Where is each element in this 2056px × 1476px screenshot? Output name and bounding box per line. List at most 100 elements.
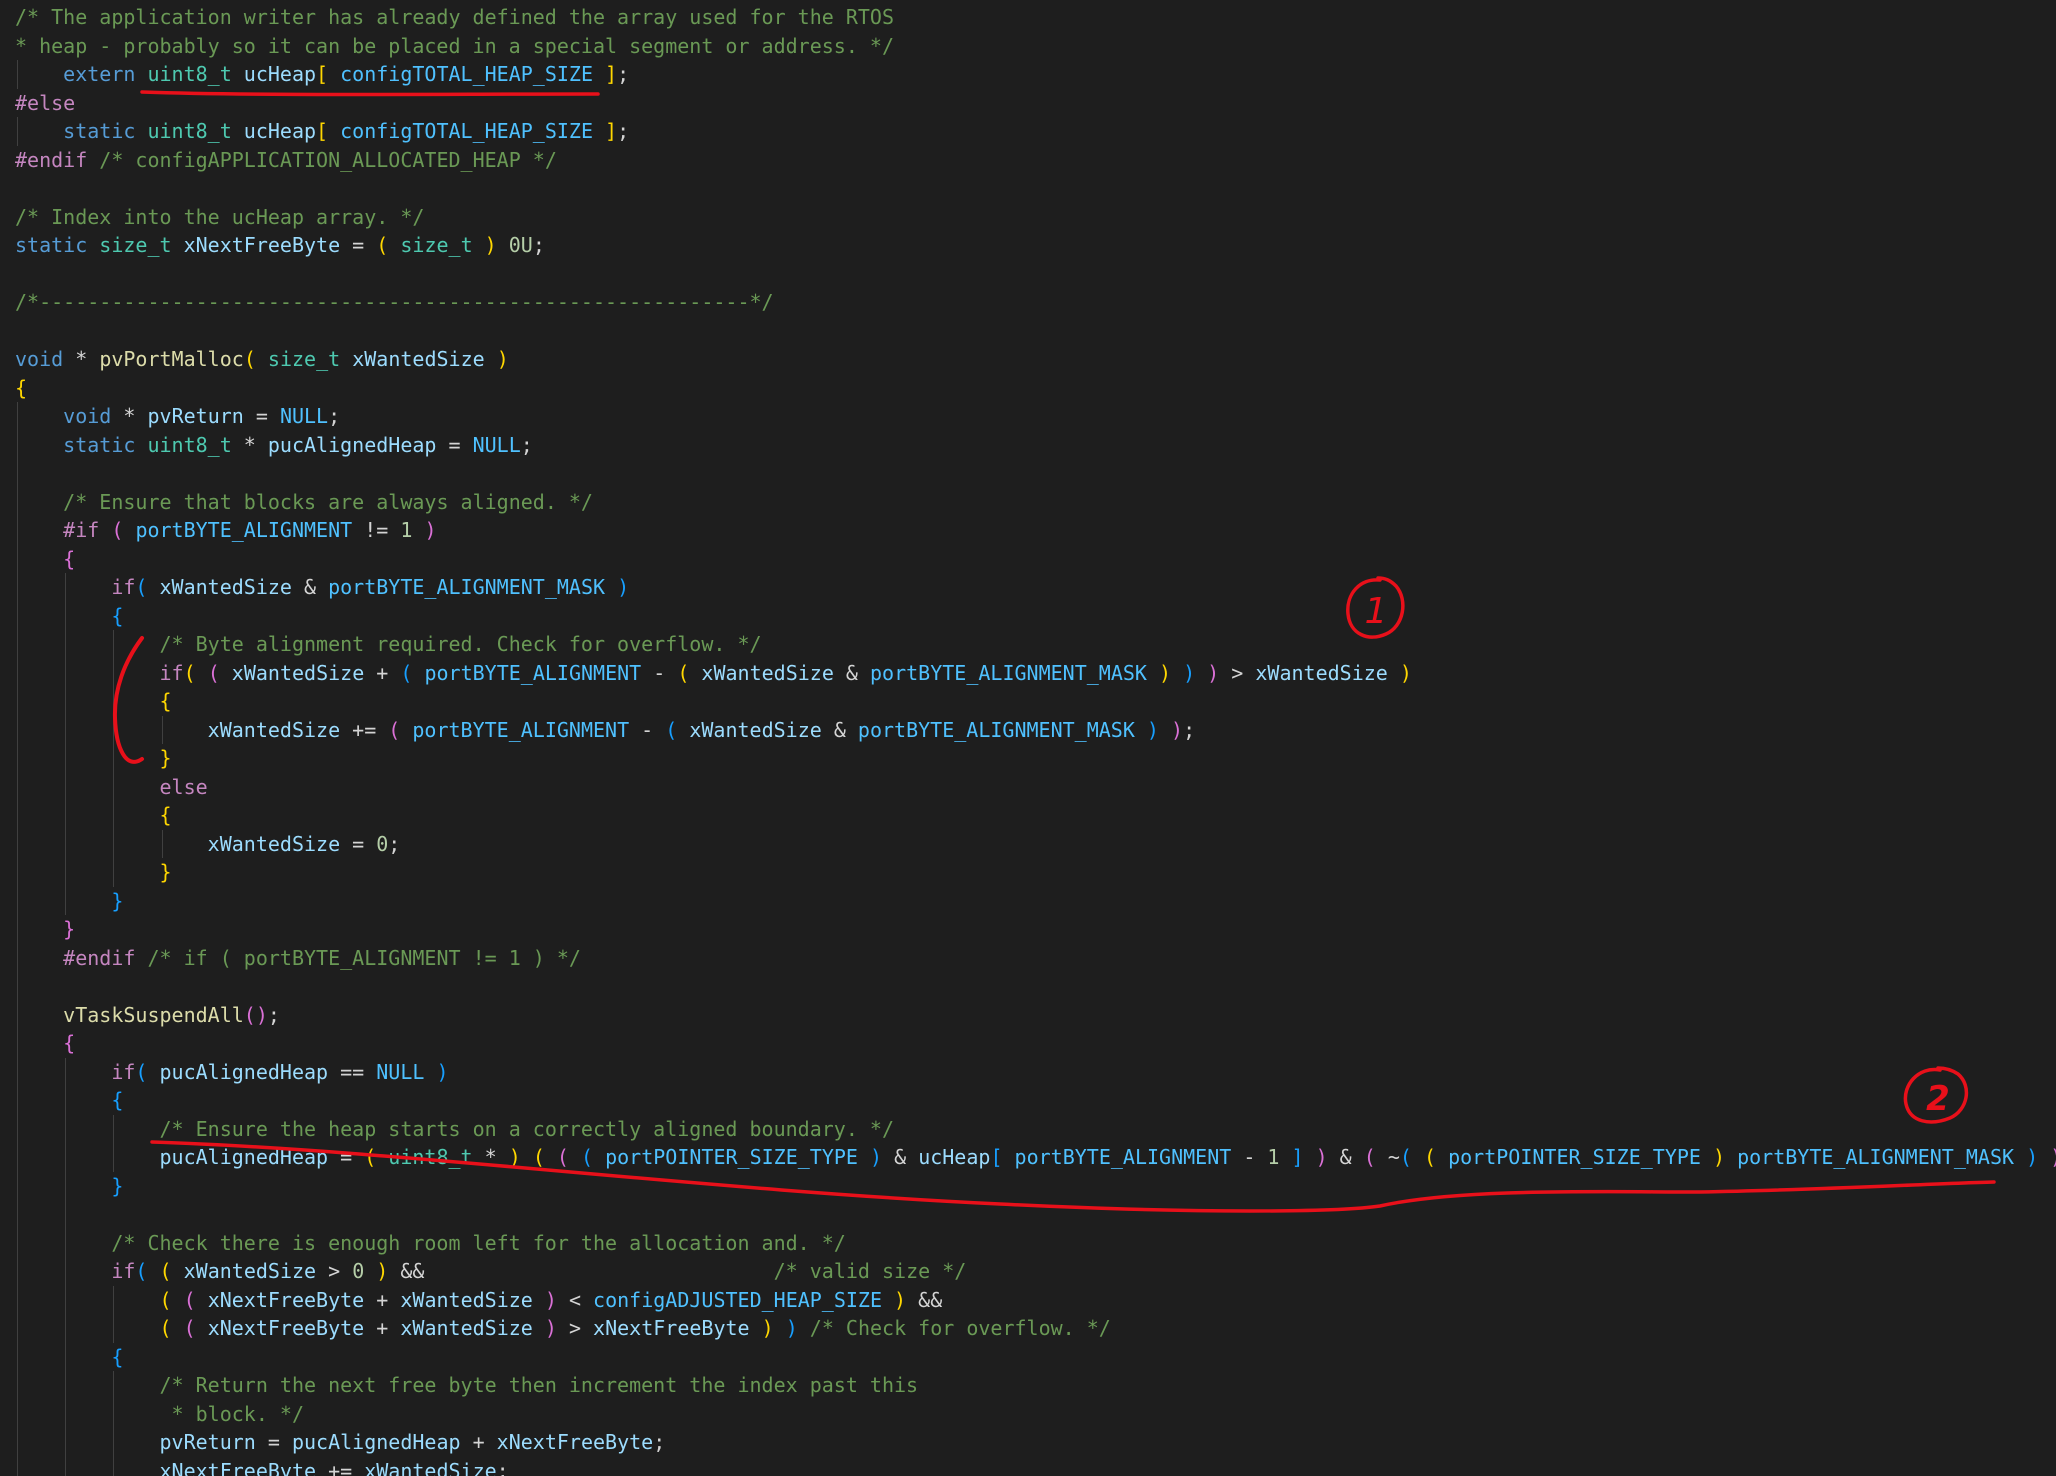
code-token: ) — [412, 518, 437, 542]
code-line[interactable]: } — [15, 887, 123, 915]
code-token: + — [364, 1287, 401, 1312]
code-line[interactable]: { — [15, 1086, 123, 1114]
code-line[interactable]: if( ( xWantedSize + ( portBYTE_ALIGNMENT… — [15, 659, 1412, 687]
code-token: = — [255, 1430, 292, 1454]
code-line[interactable]: } — [15, 915, 75, 943]
code-token: ) — [424, 1059, 449, 1084]
code-line[interactable]: #else — [15, 89, 75, 117]
code-line[interactable]: else — [15, 773, 208, 801]
code-token: xNextFreeByte — [183, 233, 341, 257]
code-line[interactable]: xNextFreeByte += xWantedSize; — [15, 1457, 509, 1476]
code-line[interactable]: pucAlignedHeap = ( uint8_t * ) ( ( ( por… — [15, 1143, 2056, 1171]
code-token: /* Return the next free byte then increm… — [159, 1373, 919, 1397]
code-line[interactable]: xWantedSize = 0; — [15, 830, 401, 858]
code-token: ; — [520, 432, 533, 457]
code-line[interactable]: ( ( xNextFreeByte + xWantedSize ) < conf… — [15, 1286, 943, 1314]
code-line[interactable]: /* Return the next free byte then increm… — [15, 1371, 919, 1399]
code-token: xNextFreeByte — [593, 1316, 750, 1340]
code-line[interactable]: pvReturn = pucAlignedHeap + xNextFreeByt… — [15, 1428, 666, 1456]
code-line[interactable]: } — [15, 1172, 123, 1200]
code-token: void — [15, 347, 76, 371]
code-token: portPOINTER_SIZE_TYPE — [605, 1145, 858, 1169]
code-editor[interactable]: /* The application writer has already de… — [0, 0, 2056, 1476]
code-line[interactable]: /* Ensure the heap starts on a correctly… — [15, 1115, 895, 1143]
code-line[interactable]: #if ( portBYTE_ALIGNMENT != 1 ) — [15, 516, 437, 544]
code-token: ) — [532, 1287, 557, 1312]
code-token: size_t — [99, 233, 184, 257]
code-line[interactable]: * block. */ — [15, 1400, 304, 1428]
code-token: /* Ensure the heap starts on a correctly… — [159, 1116, 895, 1141]
code-line[interactable]: vTaskSuspendAll(); — [15, 1001, 280, 1029]
code-line[interactable]: ( ( xNextFreeByte + xWantedSize ) > xNex… — [15, 1314, 1111, 1342]
code-line[interactable]: } — [15, 858, 172, 886]
code-token: ] — [1279, 1145, 1304, 1169]
code-line[interactable]: /* Index into the ucHeap array. */ — [15, 203, 424, 231]
code-token: & — [291, 575, 329, 599]
code-token: ( — [135, 1259, 160, 1283]
code-token: ) — [364, 1259, 389, 1283]
code-line[interactable]: extern uint8_t ucHeap[ configTOTAL_HEAP_… — [15, 60, 629, 88]
code-line[interactable]: { — [15, 801, 172, 829]
code-line[interactable]: if( pucAlignedHeap == NULL ) — [15, 1058, 449, 1086]
code-line[interactable]: static uint8_t ucHeap[ configTOTAL_HEAP_… — [15, 117, 629, 145]
code-line[interactable]: { — [15, 1029, 75, 1057]
code-token: portBYTE_ALIGNMENT — [412, 717, 630, 742]
code-line[interactable]: void * pvReturn = NULL; — [15, 402, 340, 430]
code-token: /* Byte alignment required. Check for ov… — [159, 632, 762, 656]
code-line[interactable]: { — [15, 602, 123, 630]
code-line[interactable]: static size_t xNextFreeByte = ( size_t )… — [15, 231, 545, 259]
code-line[interactable]: if( xWantedSize & portBYTE_ALIGNMENT_MAS… — [15, 573, 629, 601]
code-token: ( — [183, 1316, 208, 1340]
code-token: if — [159, 660, 184, 685]
code-token: ( — [159, 1259, 184, 1283]
code-token: - — [629, 717, 666, 742]
code-line[interactable]: { — [15, 687, 172, 715]
code-line[interactable]: if( ( xWantedSize > 0 ) && /* valid size… — [15, 1257, 966, 1285]
code-token: xNextFreeByte — [159, 1458, 317, 1476]
code-token: ) — [532, 1316, 557, 1340]
code-token: + — [364, 660, 401, 685]
code-line[interactable]: /* Check there is enough room left for t… — [15, 1229, 846, 1257]
code-token: portBYTE_ALIGNMENT_MASK — [870, 660, 1147, 685]
code-token: xNextFreeByte — [496, 1430, 654, 1454]
code-token: [ — [316, 62, 341, 86]
code-token: ) — [2014, 1145, 2039, 1169]
code-line[interactable]: void * pvPortMalloc( size_t xWantedSize … — [15, 345, 509, 373]
code-token: - — [641, 660, 678, 685]
code-line[interactable]: #endif /* if ( portBYTE_ALIGNMENT != 1 )… — [15, 944, 581, 972]
code-line[interactable]: xWantedSize += ( portBYTE_ALIGNMENT - ( … — [15, 716, 1195, 744]
code-token: #endif — [15, 147, 100, 172]
code-token: xWantedSize — [352, 347, 485, 371]
code-token: - — [1231, 1145, 1268, 1169]
code-line[interactable]: /*--------------------------------------… — [15, 288, 774, 316]
code-line[interactable]: { — [15, 545, 75, 573]
code-token: void — [63, 404, 124, 428]
code-token: ) — [882, 1287, 907, 1312]
code-line[interactable]: * heap - probably so it can be placed in… — [15, 32, 894, 60]
code-token: xWantedSize — [701, 660, 834, 685]
code-token: { — [159, 689, 172, 713]
code-line[interactable]: static uint8_t * pucAlignedHeap = NULL; — [15, 431, 533, 459]
code-line[interactable]: /* Byte alignment required. Check for ov… — [15, 630, 762, 658]
code-token: ( — [532, 1145, 557, 1169]
code-line[interactable]: /* Ensure that blocks are always aligned… — [15, 488, 593, 516]
code-token: /* if ( portBYTE_ALIGNMENT != 1 ) */ — [147, 945, 581, 970]
code-line[interactable]: /* The application writer has already de… — [15, 3, 894, 31]
code-token: ( — [135, 1059, 160, 1084]
code-token: /* Check for overflow. */ — [809, 1316, 1111, 1340]
code-token: = — [340, 831, 377, 856]
code-token: ; — [1183, 717, 1196, 742]
code-line[interactable]: #endif /* configAPPLICATION_ALLOCATED_HE… — [15, 146, 557, 174]
code-token: } — [159, 746, 172, 770]
code-line[interactable]: } — [15, 744, 172, 772]
code-line[interactable]: { — [15, 374, 27, 402]
code-token: pvReturn — [159, 1430, 256, 1454]
code-line[interactable]: { — [15, 1343, 123, 1371]
